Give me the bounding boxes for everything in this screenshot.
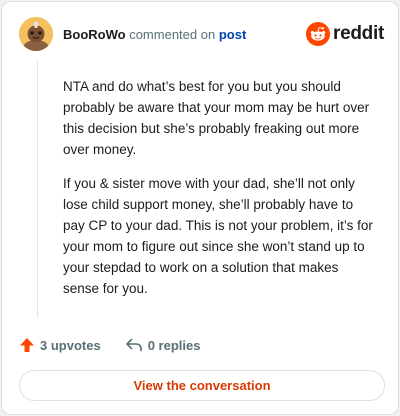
username-link[interactable]: BooRoWo — [63, 27, 126, 42]
comment-paragraph: If you & sister move with your dad, she’… — [63, 176, 373, 296]
thread-line — [37, 60, 38, 318]
comment-header: BooRoWo commented on post reddit — [2, 2, 398, 66]
comment-body: NTA and do what’s best for you but you s… — [63, 76, 373, 299]
reddit-snoo-icon — [306, 22, 331, 46]
reply-button[interactable]: 0 replies — [125, 337, 201, 353]
post-link[interactable]: post — [219, 27, 246, 42]
view-conversation-button[interactable]: View the conversation — [19, 370, 385, 401]
upvote-count: 3 upvotes — [40, 337, 101, 353]
upvote-arrow-icon — [20, 338, 34, 352]
avatar[interactable] — [19, 17, 53, 51]
comment-embed-card: BooRoWo commented on post reddit NTA and… — [1, 1, 399, 415]
reply-arrow-icon — [125, 338, 142, 352]
upvote-button[interactable]: 3 upvotes — [19, 337, 101, 353]
comment-paragraph: NTA and do what’s best for you but you s… — [63, 79, 370, 157]
reddit-wordmark: reddit — [333, 23, 384, 44]
comment-byline: BooRoWo commented on post — [63, 27, 246, 43]
avatar-image — [19, 17, 53, 51]
comment-actions: 3 upvotes 0 replies — [19, 335, 200, 355]
reddit-logo[interactable]: reddit — [306, 22, 384, 46]
commented-on-text: commented on — [129, 27, 216, 42]
reply-count: 0 replies — [147, 337, 201, 353]
